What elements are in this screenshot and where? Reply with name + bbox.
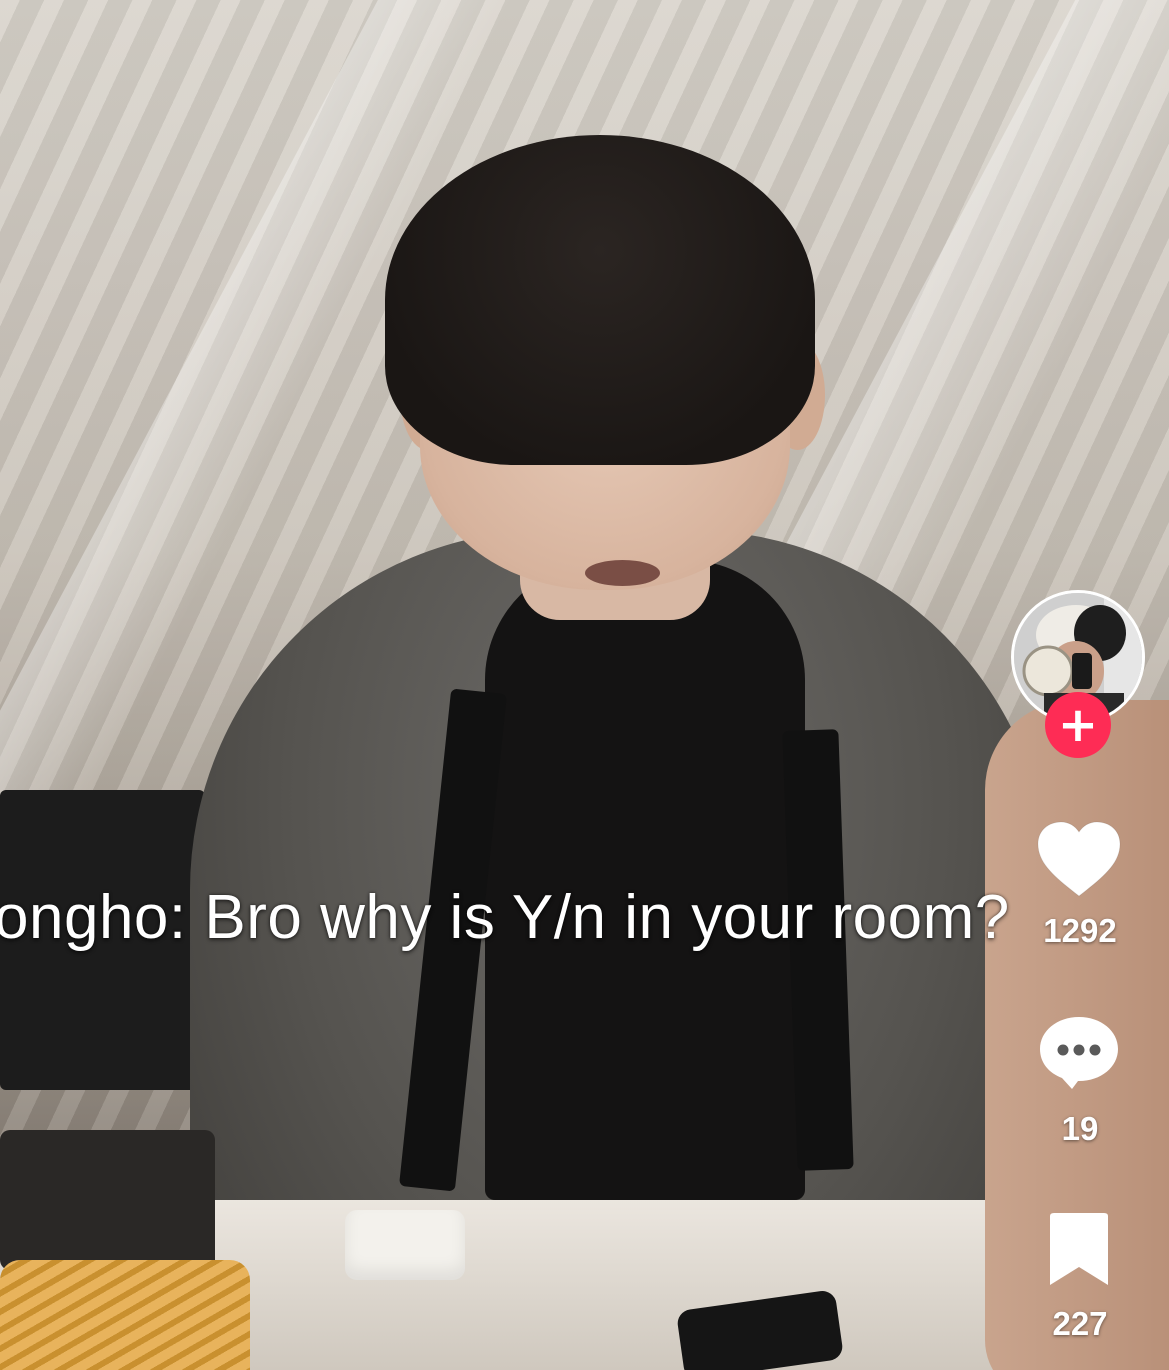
comment-button[interactable]	[1038, 1015, 1120, 1091]
bookmark-icon	[1050, 1213, 1108, 1285]
person-mouth	[585, 560, 660, 586]
bookmark-count: 227	[1052, 1305, 1108, 1342]
comment-bubble-icon	[1040, 1017, 1118, 1089]
like-button[interactable]	[1036, 820, 1122, 900]
plus-icon: +	[1057, 697, 1099, 753]
video-player[interactable]: ongho: Bro why is Y/n in your room? + 12…	[0, 0, 1169, 1370]
follow-button[interactable]: +	[1045, 692, 1111, 758]
heart-icon	[1037, 821, 1121, 897]
person-hair	[385, 135, 815, 465]
person-tshirt	[485, 560, 805, 1200]
like-count: 1292	[1043, 912, 1117, 949]
sauce-cup	[345, 1210, 465, 1280]
video-caption: ongho: Bro why is Y/n in your room?	[0, 883, 1010, 952]
bookmark-button[interactable]	[1046, 1212, 1112, 1288]
food-tray	[0, 1130, 215, 1270]
fries	[0, 1260, 250, 1370]
comment-count: 19	[1061, 1110, 1099, 1147]
